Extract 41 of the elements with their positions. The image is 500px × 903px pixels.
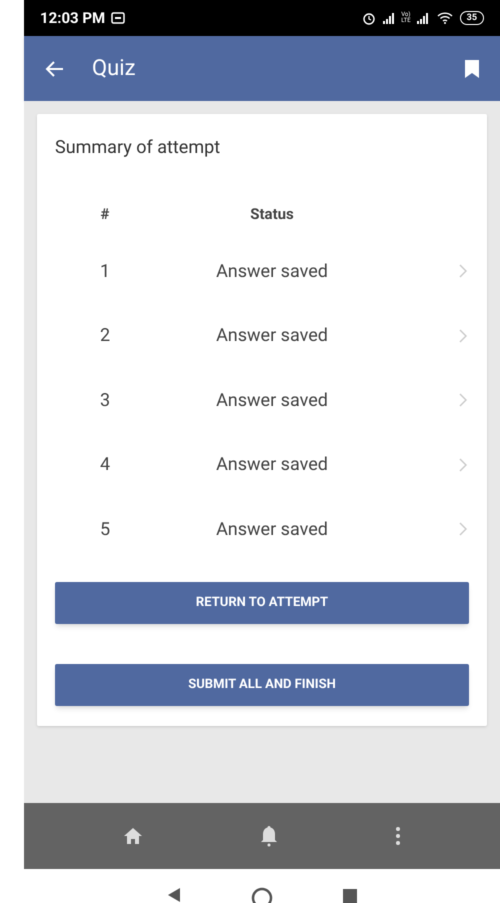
battery-icon: 35 — [460, 11, 484, 25]
question-status: Answer saved — [215, 388, 329, 413]
action-button[interactable]: SUBMIT ALL AND FINISH — [55, 664, 469, 706]
question-status: Answer saved — [215, 324, 329, 348]
question-row[interactable]: 1 Answer saved — [55, 239, 469, 304]
question-number: 2 — [98, 324, 112, 348]
column-header: Status — [249, 204, 295, 225]
question-row[interactable]: 4 Answer saved — [55, 432, 469, 497]
alarm-icon — [362, 11, 376, 25]
wifi-icon — [436, 12, 453, 24]
question-status: Answer saved — [215, 260, 329, 284]
home-button-icon[interactable] — [251, 887, 273, 903]
question-row[interactable]: 5 Answer saved — [55, 497, 469, 562]
chevron-right-icon — [459, 328, 467, 343]
question-row[interactable]: 3 Answer saved — [55, 368, 469, 432]
back-arrow-icon[interactable] — [44, 60, 64, 78]
home-icon[interactable] — [122, 827, 143, 845]
recents-icon[interactable] — [343, 887, 357, 903]
action-button[interactable]: RETURN TO ATTEMPT — [55, 582, 469, 624]
signal-icon — [416, 12, 430, 24]
chevron-right-icon — [459, 522, 467, 536]
app-title: Quiz — [92, 55, 136, 83]
more-icon[interactable] — [395, 826, 402, 846]
chevron-right-icon — [459, 264, 467, 278]
question-number: 1 — [98, 260, 112, 284]
chevron-right-icon — [459, 393, 467, 408]
question-number: 5 — [98, 518, 112, 542]
question-number: 4 — [98, 453, 112, 478]
bell-icon[interactable] — [260, 825, 278, 847]
column-header: # — [100, 204, 110, 225]
chevron-right-icon — [459, 458, 467, 472]
card-title: Summary of attempt — [55, 136, 222, 160]
bookmark-icon[interactable] — [464, 58, 480, 78]
notification-icon — [111, 12, 126, 24]
question-status: Answer saved — [215, 453, 329, 478]
back-icon[interactable] — [167, 887, 181, 903]
question-status: Answer saved — [215, 518, 329, 542]
question-row[interactable]: 2 Answer saved — [55, 304, 469, 368]
question-number: 3 — [98, 388, 112, 413]
status-time: 12:03 PM — [40, 8, 106, 29]
signal-icon — [382, 12, 396, 24]
